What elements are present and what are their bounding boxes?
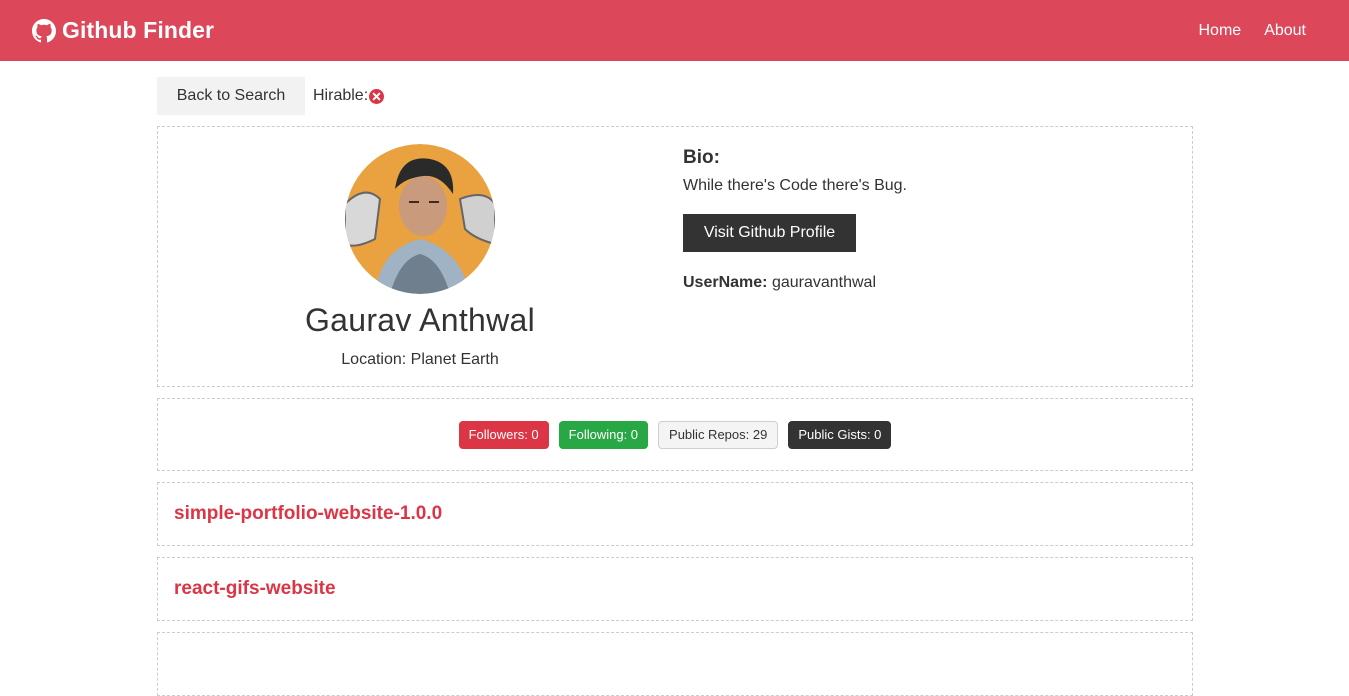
nav-about-link[interactable]: About	[1264, 22, 1306, 40]
back-to-search-button[interactable]: Back to Search	[157, 77, 305, 115]
followers-badge: Followers: 0	[458, 420, 549, 449]
hirable-status: Hirable:	[313, 87, 385, 105]
stats-card: Followers: 0 Following: 0 Public Repos: …	[157, 398, 1193, 471]
hirable-label: Hirable:	[313, 87, 369, 104]
profile-name: Gaurav Anthwal	[304, 302, 536, 338]
profile-location: Location: Planet Earth	[341, 351, 499, 368]
public-repos-badge: Public Repos: 29	[658, 420, 779, 449]
username-value: gauravanthwal	[771, 274, 877, 291]
repo-link[interactable]: react-gifs-website	[174, 578, 336, 600]
navbar: Github Finder Home About	[0, 0, 1349, 61]
username-label: UserName:	[683, 274, 768, 291]
brand-title: Github Finder	[62, 17, 215, 43]
bio-heading: Bio:	[683, 147, 720, 168]
stats-badges: Followers: 0 Following: 0 Public Repos: …	[458, 420, 892, 449]
repo-item: react-gifs-website	[157, 557, 1193, 621]
nav-home-link[interactable]: Home	[1199, 22, 1242, 40]
repo-item	[157, 632, 1193, 696]
username-row: UserName: gauravanthwal	[683, 274, 907, 292]
profile-left-column: Gaurav Anthwal Location: Planet Earth	[158, 127, 682, 386]
github-icon	[32, 18, 56, 43]
profile-right-column: Bio: While there's Code there's Bug. Vis…	[683, 147, 907, 292]
profile-card: Gaurav Anthwal Location: Planet Earth Bi…	[157, 126, 1193, 387]
nav-links: Home About	[1199, 22, 1307, 40]
bio-text: While there's Code there's Bug.	[683, 177, 907, 194]
top-row: Back to Search Hirable:	[157, 77, 385, 115]
public-gists-badge: Public Gists: 0	[788, 420, 892, 449]
repo-item: simple-portfolio-website-1.0.0	[157, 482, 1193, 546]
avatar	[345, 144, 495, 294]
x-circle-icon	[369, 88, 385, 104]
visit-github-profile-button[interactable]: Visit Github Profile	[683, 214, 856, 252]
repo-link[interactable]: simple-portfolio-website-1.0.0	[174, 503, 442, 525]
following-badge: Following: 0	[558, 420, 649, 449]
brand[interactable]: Github Finder	[32, 17, 214, 44]
